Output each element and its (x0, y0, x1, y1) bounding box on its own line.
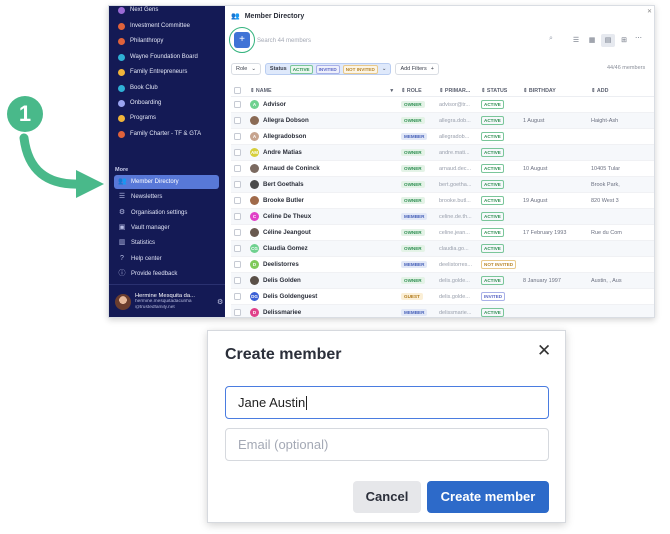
create-member-dialog: Create member ✕ Jane Austin Email (optio… (207, 330, 566, 523)
text-caret (306, 395, 308, 410)
cancel-button[interactable]: Cancel (353, 481, 421, 513)
create-member-button[interactable]: Create member (427, 481, 549, 513)
email-input-placeholder: Email (optional) (238, 437, 329, 452)
email-input[interactable]: Email (optional) (225, 428, 549, 461)
name-input-value: Jane Austin (238, 395, 306, 410)
dialog-title: Create member (225, 346, 342, 363)
step-number-badge: 1 (7, 96, 43, 132)
name-input[interactable]: Jane Austin (225, 386, 549, 419)
close-icon[interactable]: ✕ (537, 341, 551, 361)
arrow-head-to-sidebar (76, 170, 104, 198)
arrow-to-add-button (19, 133, 85, 189)
